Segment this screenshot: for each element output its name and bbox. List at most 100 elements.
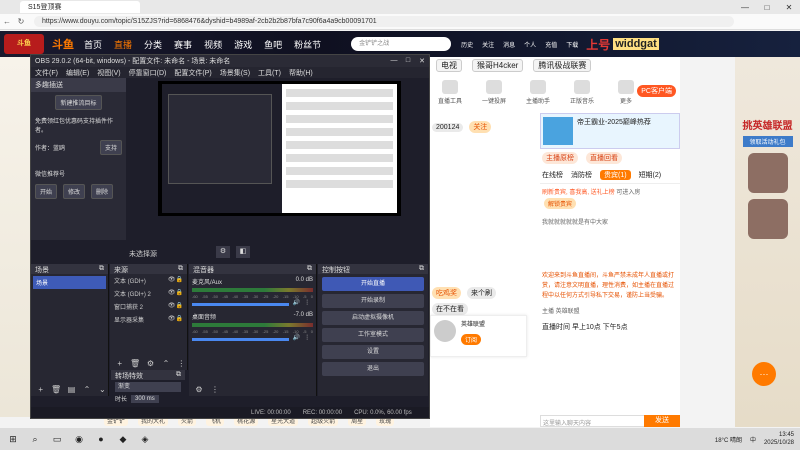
streamer-card[interactable]: 英雄联盟 订阅 xyxy=(430,315,527,357)
eye-icon[interactable]: 👁🔒 xyxy=(168,315,183,324)
more-icon[interactable]: ⋮ xyxy=(209,385,221,394)
site-logo[interactable]: 斗鱼 xyxy=(4,34,44,54)
nav-item-category[interactable]: 分类 xyxy=(144,38,162,51)
brand-name[interactable]: 斗鱼 xyxy=(52,36,74,52)
floating-chat-icon[interactable]: ··· xyxy=(752,362,776,386)
speaker-icon[interactable]: 🔊 xyxy=(293,334,300,341)
tool-item[interactable]: 正版音乐 xyxy=(570,80,594,105)
browser-icon[interactable]: ◉ xyxy=(72,434,86,445)
more-icon[interactable]: ⋮ xyxy=(304,299,310,306)
refresh-icon[interactable]: ↻ xyxy=(14,17,28,26)
pc-client-button[interactable]: PC客户端 xyxy=(637,85,676,97)
speaker-icon[interactable]: 🔊 xyxy=(293,299,300,306)
minimize-button[interactable]: — xyxy=(387,57,401,65)
rank-tab[interactable]: 直播回看 xyxy=(586,152,622,164)
delete-button[interactable]: 删除 xyxy=(91,184,114,199)
menu-view[interactable]: 视图(V) xyxy=(97,68,120,78)
source-item[interactable]: 文本 (GDI+) 👁🔒 xyxy=(110,274,187,287)
maximize-button[interactable]: □ xyxy=(401,57,415,65)
nav-item-events[interactable]: 赛事 xyxy=(174,38,192,51)
close-button[interactable]: ✕ xyxy=(778,3,800,12)
clock[interactable]: 13:45 2025/10/28 xyxy=(764,431,794,447)
recharge-icon[interactable]: 充值 xyxy=(545,40,557,49)
chat-pill[interactable]: 吃鸡奖 xyxy=(432,287,461,299)
virtual-camera-button[interactable]: 启动虚拟摄像机 xyxy=(322,311,424,325)
weather-status[interactable]: 18°C 晴朗 xyxy=(715,435,742,444)
chat-pill[interactable]: 在不在看 xyxy=(432,303,468,315)
nav-item-live[interactable]: 直播 xyxy=(114,38,132,51)
nav-item-video[interactable]: 视频 xyxy=(204,38,222,51)
gift-banner[interactable]: 帝王霸业-2025巅峰热荐 xyxy=(540,113,680,149)
up-arrow-icon[interactable]: ⌃ xyxy=(81,385,92,394)
studio-mode-button[interactable]: 工作室模式 xyxy=(322,328,424,342)
chat-tab[interactable]: 在线榜 xyxy=(542,170,563,180)
subscribe-button[interactable]: 订阅 xyxy=(461,334,482,345)
popout-icon[interactable]: ⧉ xyxy=(419,265,424,273)
popout-icon[interactable]: ⧉ xyxy=(176,371,181,379)
tool-item[interactable]: 更多 xyxy=(614,80,638,105)
rank-tab[interactable]: 主播原榜 xyxy=(542,152,578,164)
remove-icon[interactable]: 🗑 xyxy=(129,359,140,368)
source-item[interactable]: 显示器采集 👁🔒 xyxy=(110,313,187,326)
app-icon[interactable]: ◆ xyxy=(116,434,130,445)
search-icon[interactable]: ⌕ xyxy=(28,434,42,445)
tool-item[interactable]: 主播助手 xyxy=(526,80,550,105)
menu-help[interactable]: 帮助(H) xyxy=(289,68,313,78)
chat-tab[interactable]: 贵宾(1) xyxy=(600,170,631,180)
popout-icon[interactable]: ⧉ xyxy=(99,265,104,273)
sub-tab[interactable]: 猴哥H4cker xyxy=(472,59,524,72)
settings-button[interactable]: 设置 xyxy=(322,345,424,359)
eye-icon[interactable]: 👁🔒 xyxy=(168,276,183,285)
windows-start-icon[interactable]: ⊞ xyxy=(6,434,20,445)
filter-icon[interactable]: ▤ xyxy=(66,385,77,394)
up-arrow-icon[interactable]: ⌃ xyxy=(160,359,171,368)
ad-button[interactable]: 领取活动礼包 xyxy=(742,136,793,147)
maximize-button[interactable]: □ xyxy=(756,3,778,12)
menu-edit[interactable]: 编辑(E) xyxy=(66,68,89,78)
popout-icon[interactable]: ⧉ xyxy=(178,265,183,273)
gear-icon[interactable]: ⚙ xyxy=(193,385,205,394)
menu-tools[interactable]: 工具(T) xyxy=(258,68,281,78)
popout-icon[interactable]: ⧉ xyxy=(307,265,312,273)
more-icon[interactable]: ⋮ xyxy=(176,359,187,368)
scene-item[interactable]: 场景 xyxy=(33,276,106,289)
eye-icon[interactable]: 👁🔒 xyxy=(168,302,183,311)
edit-button[interactable]: 修改 xyxy=(63,184,86,199)
duration-input[interactable]: 300 ms xyxy=(131,394,159,403)
site-search-input[interactable]: 金铲铲之战 xyxy=(351,37,452,51)
back-icon[interactable]: ← xyxy=(0,17,14,26)
start-recording-button[interactable]: 开始录制 xyxy=(322,294,424,308)
chat-pill[interactable]: 来个刷 xyxy=(466,287,496,299)
add-icon[interactable]: + xyxy=(114,359,125,368)
gear-icon[interactable]: ⚙ xyxy=(216,246,230,258)
new-stream-target-button[interactable]: 新建推流目标 xyxy=(55,95,102,110)
transition-select[interactable]: 渐变 xyxy=(115,382,181,392)
gear-icon[interactable]: ⚙ xyxy=(145,359,156,368)
chat-tab[interactable]: 消防榜 xyxy=(571,170,592,180)
app-icon[interactable]: ◈ xyxy=(138,434,152,445)
source-item[interactable]: 文本 (GDI+) 2 👁🔒 xyxy=(110,287,187,300)
promo-logo-secondary[interactable]: widdgat xyxy=(613,38,659,50)
promo-logo[interactable]: 上号 xyxy=(586,36,610,53)
language-indicator[interactable]: 中 xyxy=(750,435,756,444)
start-streaming-button[interactable]: 开始直播 xyxy=(322,277,424,291)
history-icon[interactable]: 历史 xyxy=(461,40,473,49)
support-button[interactable]: 支持 xyxy=(99,140,122,155)
profile-icon[interactable]: 个人 xyxy=(524,40,536,49)
close-button[interactable]: ✕ xyxy=(415,57,429,65)
tool-item[interactable]: 直播工具 xyxy=(438,80,462,105)
nav-item-home[interactable]: 首页 xyxy=(84,38,102,51)
menu-file[interactable]: 文件(F) xyxy=(35,68,58,78)
follow-icon[interactable]: 关注 xyxy=(482,40,494,49)
menu-docks[interactable]: 停靠窗口(D) xyxy=(129,68,167,78)
folder-icon[interactable]: ▭ xyxy=(50,434,64,445)
source-item[interactable]: 窗口捕获 2 👁🔒 xyxy=(110,300,187,313)
follow-button[interactable]: 关注 xyxy=(469,121,492,133)
browser-tab[interactable]: S15登顶赛 xyxy=(20,1,140,13)
left-ad-banner[interactable] xyxy=(0,57,30,417)
menu-scene-collection[interactable]: 场景集(S) xyxy=(220,68,250,78)
obs-preview[interactable] xyxy=(158,81,401,216)
filter-icon[interactable]: ◧ xyxy=(236,246,250,258)
add-icon[interactable]: + xyxy=(35,385,46,394)
sub-tab[interactable]: 电视 xyxy=(436,59,462,72)
